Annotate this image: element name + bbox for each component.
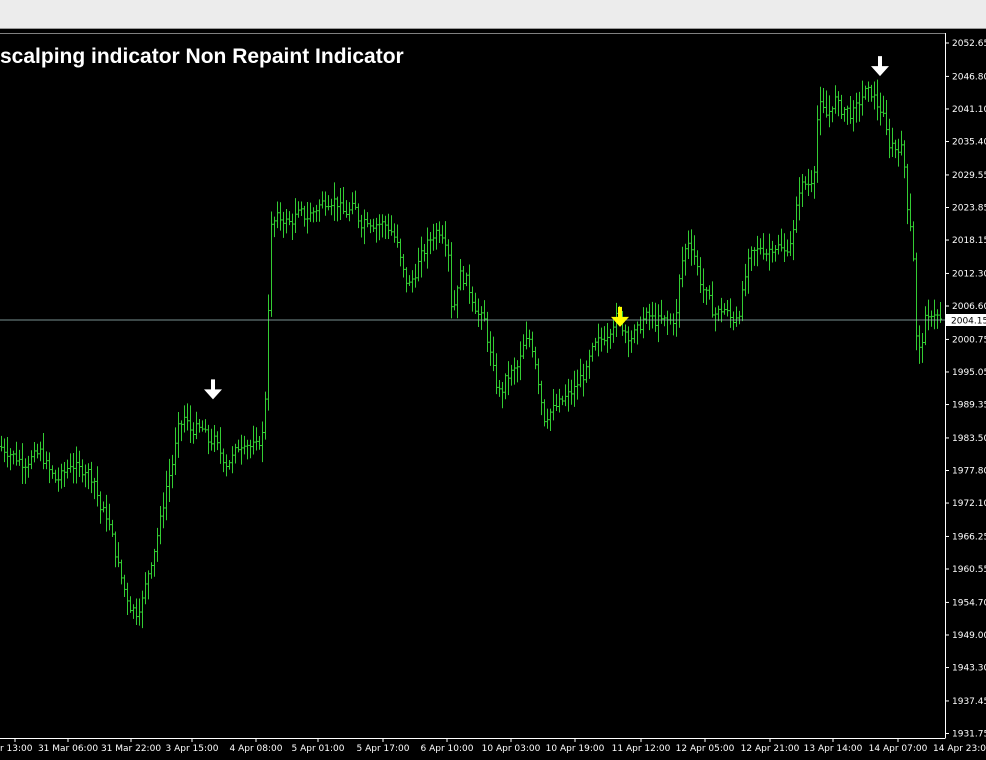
- signal-arrow-shaft: [211, 379, 215, 391]
- x-tick-label: 14 Apr 07:00: [869, 744, 928, 754]
- signal-arrow-shaft: [878, 56, 882, 68]
- y-tick-label: 2023.85: [952, 203, 986, 213]
- y-tick-label: 2052.65: [952, 39, 986, 49]
- y-tick-label: 2012.30: [952, 269, 986, 279]
- x-tick-label: 10 Apr 03:00: [482, 744, 541, 754]
- x-tick-label: 5 Apr 01:00: [292, 744, 345, 754]
- y-tick-label: 1949.00: [952, 631, 986, 641]
- y-tick-label: 2018.15: [952, 236, 986, 246]
- y-tick-label: 1954.70: [952, 598, 986, 608]
- y-tick-label: 1995.05: [952, 368, 986, 378]
- y-tick-label: 2046.80: [952, 72, 986, 82]
- x-tick-label: 4 Apr 08:00: [230, 744, 283, 754]
- chart-title: scalping indicator Non Repaint Indicator: [0, 45, 404, 68]
- x-tick-label: 31 Mar 06:00: [38, 744, 98, 754]
- y-tick-label: 2000.75: [952, 335, 986, 345]
- x-tick-label: r 13:00: [0, 744, 33, 754]
- y-tick-label: 1966.25: [952, 532, 986, 542]
- x-tick-label: 5 Apr 17:00: [357, 744, 410, 754]
- x-tick-label: 12 Apr 05:00: [676, 744, 735, 754]
- signal-arrow-shaft: [618, 306, 622, 318]
- y-tick-label: 1960.55: [952, 565, 986, 575]
- x-tick-label: 13 Apr 14:00: [804, 744, 863, 754]
- x-tick-label: 31 Mar 22:00: [101, 744, 161, 754]
- price-chart: 2052.65 2046.80 2041.10 2035.40 2029.55 2023.…: [0, 33, 986, 754]
- x-tick-label: 6 Apr 10:00: [421, 744, 474, 754]
- x-tick-label: 11 Apr 12:00: [612, 744, 671, 754]
- y-tick-label: 2029.55: [952, 171, 986, 181]
- current-price-label: 2004.15: [951, 316, 986, 326]
- y-tick-label: 1972.10: [952, 499, 986, 509]
- y-tick-label: 1943.30: [952, 664, 986, 674]
- y-tick-label: 1931.75: [952, 730, 986, 740]
- x-tick-label: 10 Apr 19:00: [546, 744, 605, 754]
- signal-arrow-head: [204, 389, 222, 400]
- y-tick-label: 1989.35: [952, 401, 986, 411]
- x-tick-label: 14 Apr 23:0: [933, 744, 986, 754]
- y-tick-label: 2006.60: [952, 302, 986, 312]
- y-tick-label: 2035.40: [952, 138, 986, 148]
- y-tick-label: 1937.45: [952, 697, 986, 707]
- y-tick-label: 2041.10: [952, 105, 986, 115]
- x-tick-label: 12 Apr 21:00: [741, 744, 800, 754]
- x-tick-label: 3 Apr 15:00: [166, 744, 219, 754]
- y-tick-label: 1977.80: [952, 466, 986, 476]
- signal-arrow-head: [871, 66, 889, 77]
- y-tick-label: 1983.50: [952, 434, 986, 444]
